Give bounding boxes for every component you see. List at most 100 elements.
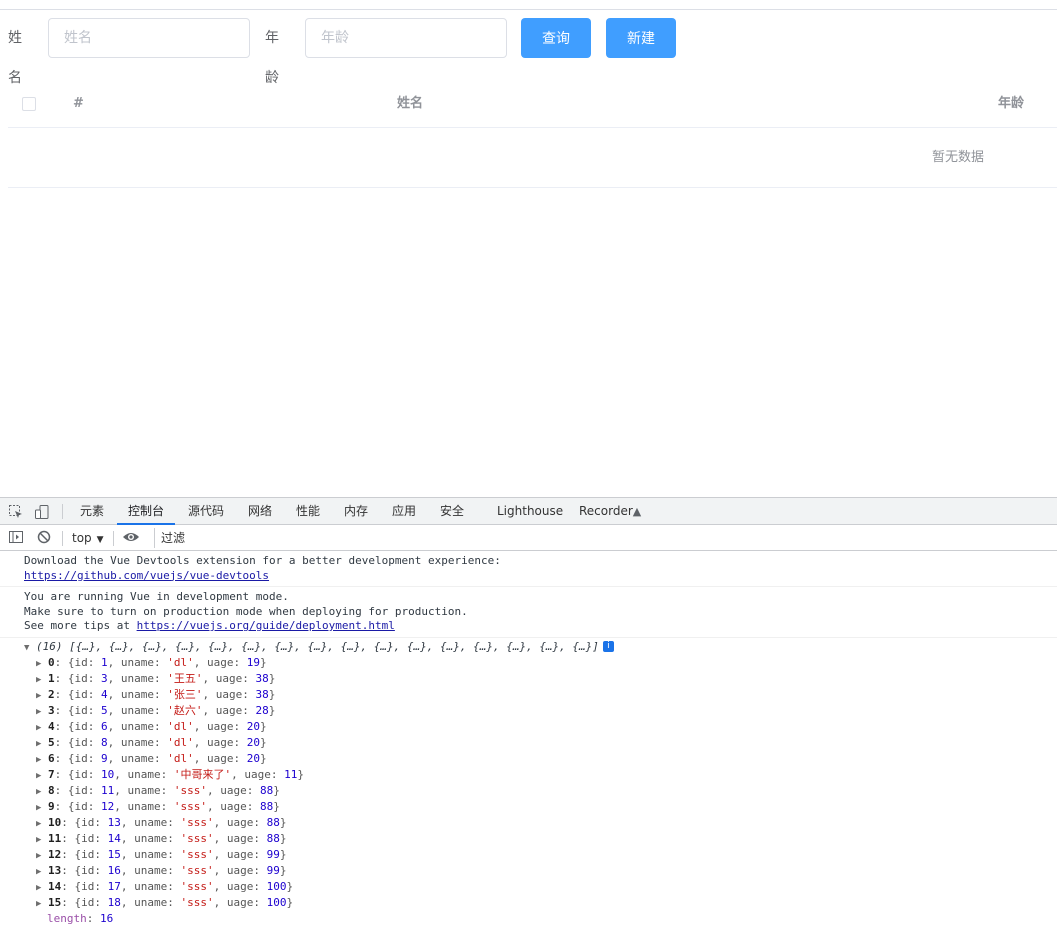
eye-icon[interactable]: [122, 530, 140, 546]
row-id: 11: [101, 784, 115, 797]
tab-memory[interactable]: 内存: [344, 498, 368, 525]
row-uname: sss: [187, 896, 207, 909]
row-uage: 38: [255, 672, 269, 685]
array-item-row[interactable]: ▶ 6: {id: 9, uname: 'dl', uage: 20}: [0, 751, 1057, 767]
tab-sources[interactable]: 源代码: [188, 498, 224, 525]
tab-lighthouse[interactable]: Lighthouse: [497, 498, 563, 525]
array-item-row[interactable]: ▶ 10: {id: 13, uname: 'sss', uage: 88}: [0, 815, 1057, 831]
caret-right-icon[interactable]: ▶: [36, 816, 48, 832]
row-uage: 88: [259, 784, 274, 797]
array-item-row[interactable]: ▶ 9: {id: 12, uname: 'sss', uage: 88}: [0, 799, 1057, 815]
query-button[interactable]: 查询: [521, 18, 591, 58]
caret-right-icon[interactable]: ▶: [36, 864, 48, 880]
row-uage: 88: [266, 816, 280, 829]
row-index: 4: [48, 720, 55, 733]
caret-right-icon[interactable]: ▶: [36, 768, 48, 784]
console-filter-input[interactable]: [154, 528, 1057, 548]
row-uname: 张三: [173, 688, 196, 701]
row-uname: dl: [173, 656, 188, 669]
array-item-row[interactable]: ▶ 11: {id: 14, uname: 'sss', uage: 88}: [0, 831, 1057, 847]
inspect-icon[interactable]: [8, 504, 24, 520]
row-id: 5: [101, 704, 108, 717]
tab-performance[interactable]: 性能: [296, 498, 320, 525]
tab-elements[interactable]: 元素: [80, 498, 104, 525]
array-item-row[interactable]: ▶ 0: {id: 1, uname: 'dl', uage: 19}: [0, 655, 1057, 671]
array-item-row[interactable]: ▶ 12: {id: 15, uname: 'sss', uage: 99}: [0, 847, 1057, 863]
clear-console-icon[interactable]: [36, 530, 52, 546]
caret-right-icon[interactable]: ▶: [36, 688, 48, 704]
caret-right-icon[interactable]: ▶: [36, 880, 48, 896]
devtools-tabbar: 元素 控制台 源代码 网络 性能 内存 应用 安全 Lighthouse Rec…: [0, 498, 1057, 525]
info-icon: i: [602, 641, 614, 652]
devtools-panel: 元素 控制台 源代码 网络 性能 内存 应用 安全 Lighthouse Rec…: [0, 497, 1057, 926]
name-input[interactable]: [48, 18, 250, 58]
array-item-row[interactable]: ▶ 3: {id: 5, uname: '赵六', uage: 28}: [0, 703, 1057, 719]
header-age[interactable]: 年龄: [998, 80, 1024, 128]
array-item-row[interactable]: ▶ 7: {id: 10, uname: '中哥来了', uage: 11}: [0, 767, 1057, 783]
row-index: 15: [48, 896, 62, 909]
toolbar-separator: [62, 531, 63, 546]
row-uage: 20: [246, 720, 260, 733]
row-uage: 11: [284, 768, 298, 781]
context-selector[interactable]: top ▼: [72, 526, 104, 550]
array-summary: (16) [{…}, {…}, {…}, {…}, {…}, {…}, {…},…: [36, 639, 599, 653]
tab-security[interactable]: 安全: [440, 498, 464, 525]
table-empty: 暂无数据: [8, 128, 1057, 188]
array-item-row[interactable]: ▶ 1: {id: 3, uname: '王五', uage: 38}: [0, 671, 1057, 687]
sidebar-toggle-icon[interactable]: [8, 530, 24, 546]
caret-right-icon[interactable]: ▶: [36, 800, 48, 816]
array-item-row[interactable]: ▶ 8: {id: 11, uname: 'sss', uage: 88}: [0, 783, 1057, 799]
caret-right-icon[interactable]: ▶: [36, 832, 48, 848]
array-item-row[interactable]: ▶ 4: {id: 6, uname: 'dl', uage: 20}: [0, 719, 1057, 735]
new-button[interactable]: 新建: [606, 18, 676, 58]
console-message: Download the Vue Devtools extension for …: [0, 551, 1057, 587]
row-uname: sss: [180, 784, 201, 797]
array-item-row[interactable]: ▶ 15: {id: 18, uname: 'sss', uage: 100}: [0, 895, 1057, 911]
row-id: 18: [107, 896, 121, 909]
console-text: You are running Vue in development mode.: [24, 590, 289, 603]
header-name[interactable]: 姓名: [397, 80, 423, 128]
tab-recorder[interactable]: Recorder: [579, 498, 633, 525]
array-item-row[interactable]: ▶ 13: {id: 16, uname: 'sss', uage: 99}: [0, 863, 1057, 879]
caret-right-icon[interactable]: ▶: [36, 704, 48, 720]
caret-right-icon[interactable]: ▶: [36, 720, 48, 736]
console-link[interactable]: https://vuejs.org/guide/deployment.html: [137, 619, 395, 632]
array-log[interactable]: ▼ (16) [{…}, {…}, {…}, {…}, {…}, {…}, {…}…: [0, 638, 1057, 656]
array-item-row[interactable]: ▶ 2: {id: 4, uname: '张三', uage: 38}: [0, 687, 1057, 703]
caret-right-icon[interactable]: ▶: [36, 736, 48, 752]
caret-down-icon[interactable]: ▼: [24, 641, 36, 656]
console-link[interactable]: https://github.com/vuejs/vue-devtools: [24, 569, 269, 582]
row-index: 6: [48, 752, 55, 765]
caret-right-icon[interactable]: ▶: [36, 896, 48, 912]
row-id: 15: [107, 848, 121, 861]
caret-right-icon[interactable]: ▶: [36, 784, 48, 800]
caret-right-icon[interactable]: ▶: [36, 752, 48, 768]
tab-application[interactable]: 应用: [392, 498, 416, 525]
header-index: #: [73, 96, 84, 111]
caret-right-icon[interactable]: ▶: [36, 848, 48, 864]
console-toolbar: top ▼: [0, 526, 1057, 551]
row-index: 2: [48, 688, 55, 701]
age-label: 年龄: [265, 30, 279, 86]
top-divider: [0, 9, 1057, 10]
row-uname: sss: [187, 864, 207, 877]
array-item-row[interactable]: ▶ 14: {id: 17, uname: 'sss', uage: 100}: [0, 879, 1057, 895]
caret-right-icon[interactable]: ▶: [36, 656, 48, 672]
row-uname: sss: [187, 848, 207, 861]
row-uage: 100: [266, 896, 287, 909]
tab-separator: [62, 504, 63, 519]
tab-console[interactable]: 控制台: [117, 498, 176, 525]
row-index: 10: [48, 816, 62, 829]
age-input[interactable]: [305, 18, 507, 58]
select-all-checkbox[interactable]: [22, 97, 36, 111]
row-index: 11: [48, 832, 62, 845]
context-label: top: [72, 531, 92, 545]
console-output: Download the Vue Devtools extension for …: [0, 551, 1057, 926]
row-index: 13: [48, 864, 62, 877]
tab-network[interactable]: 网络: [248, 498, 272, 525]
row-index: 7: [48, 768, 55, 781]
row-id: 12: [101, 800, 115, 813]
array-item-row[interactable]: ▶ 5: {id: 8, uname: 'dl', uage: 20}: [0, 735, 1057, 751]
device-toggle-icon[interactable]: [34, 504, 50, 520]
caret-right-icon[interactable]: ▶: [36, 672, 48, 688]
